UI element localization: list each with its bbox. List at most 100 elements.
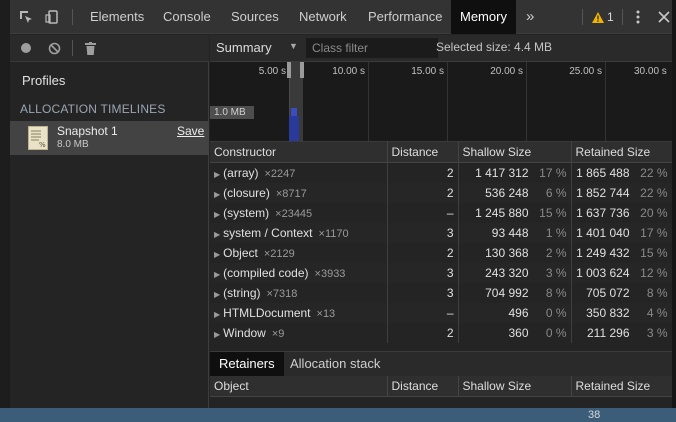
warnings-counter[interactable]: 1 (592, 10, 614, 24)
table-row[interactable]: ▶ system / Context ×1170 3 93 448 1 % 1 401 04… (210, 223, 672, 243)
expand-triangle-icon[interactable]: ▶ (214, 210, 220, 219)
table-row[interactable]: ▶ Object ×2129 2 130 368 2 % 1 249 432 15 % (210, 243, 672, 263)
view-select[interactable]: Summary (216, 40, 272, 55)
kebab-menu-icon[interactable] (630, 9, 646, 25)
shallow-size-percent: 6 % (545, 186, 567, 200)
tab-console[interactable]: Console (163, 0, 211, 34)
table-row[interactable]: ▶ HTMLDocument ×13 – 496 0 % 350 832 4 % (210, 303, 672, 323)
tab-network[interactable]: Network (299, 0, 347, 34)
timeline-gridline (368, 62, 369, 141)
constructor-table-header: Constructor Distance Shallow Size Retain… (210, 142, 672, 163)
distance-cell: 3 (387, 263, 459, 283)
toolbar-separator (72, 9, 73, 25)
column-header-distance[interactable]: Distance (387, 142, 459, 163)
column-header-object[interactable]: Object (210, 376, 388, 397)
shallow-size-value: 93 448 (491, 226, 529, 240)
retained-size-cell: 1 865 488 22 % (571, 163, 672, 183)
table-row[interactable]: ▶ Window ×9 2 360 0 % 211 296 3 % (210, 323, 672, 343)
retained-size-cell: 1 249 432 15 % (571, 243, 672, 263)
retained-size-percent: 8 % (646, 286, 668, 300)
column-header-shallow-size[interactable]: Shallow Size (458, 142, 572, 163)
constructor-rows[interactable]: ▶ (array) ×2247 2 1 417 312 17 % 1 865 488 22 %… (210, 163, 672, 350)
allocation-timeline[interactable]: 5.00 s 10.00 s 15.00 s 20.00 s 25.00 s 3… (210, 62, 672, 142)
distance-cell: 2 (387, 183, 459, 203)
expand-triangle-icon[interactable]: ▶ (214, 170, 220, 179)
expand-triangle-icon[interactable]: ▶ (214, 290, 220, 299)
column-header-retained-size[interactable]: Retained Size (571, 376, 672, 397)
svg-text:%: % (39, 141, 46, 149)
table-row[interactable]: ▶ (string) ×7318 3 704 992 8 % 705 072 8 % (210, 283, 672, 303)
garbage-collect-icon[interactable] (82, 40, 98, 56)
selection-left-handle[interactable] (287, 62, 291, 78)
retained-size-percent: 3 % (646, 326, 668, 340)
retained-size-value: 1 865 488 (576, 166, 630, 180)
retained-size-percent: 22 % (640, 166, 668, 180)
constructor-name: system / Context (223, 226, 313, 240)
record-icon[interactable] (18, 40, 34, 56)
tab-elements[interactable]: Elements (90, 0, 144, 34)
shallow-size-value: 496 (508, 306, 529, 320)
constructor-name: Window (223, 326, 266, 340)
snapshot-item[interactable]: % Snapshot 1 8.0 MB Save (10, 121, 209, 155)
tab-memory[interactable]: Memory (451, 0, 516, 34)
timeline-gridline (447, 62, 448, 141)
bottom-tabbar: Retainers Allocation stack (210, 351, 672, 377)
expand-triangle-icon[interactable]: ▶ (214, 330, 220, 339)
expand-triangle-icon[interactable]: ▶ (214, 270, 220, 279)
retained-size-cell: 211 296 3 % (571, 323, 672, 343)
instance-count: ×3933 (314, 268, 346, 280)
tab-sources[interactable]: Sources (231, 0, 279, 34)
expand-triangle-icon[interactable]: ▶ (214, 310, 220, 319)
instance-count: ×9 (271, 328, 285, 340)
tab-performance[interactable]: Performance (368, 0, 442, 34)
shallow-size-cell: 496 0 % (458, 303, 572, 323)
retained-size-percent: 4 % (646, 306, 668, 320)
table-row[interactable]: ▶ (array) ×2247 2 1 417 312 17 % 1 865 488 22 % (210, 163, 672, 183)
column-header-shallow-size[interactable]: Shallow Size (458, 376, 572, 397)
expand-triangle-icon[interactable]: ▶ (214, 230, 220, 239)
instance-count: ×1170 (318, 228, 349, 240)
constructor-cell: ▶ Object ×2129 (210, 243, 388, 263)
expand-triangle-icon[interactable]: ▶ (214, 190, 220, 199)
more-tabs-icon[interactable]: » (526, 0, 534, 34)
table-row[interactable]: ▶ (system) ×23445 – 1 245 880 15 % 1 637 736 20… (210, 203, 672, 223)
dropdown-arrow-icon[interactable]: ▼ (289, 41, 298, 51)
constructor-name: (compiled code) (223, 266, 309, 280)
tab-retainers[interactable]: Retainers (210, 352, 284, 376)
table-row[interactable]: ▶ (closure) ×8717 2 536 248 6 % 1 852 744 22 % (210, 183, 672, 203)
timeline-tick-label: 25.00 s (569, 66, 602, 77)
timeline-tick-label: 15.00 s (411, 66, 444, 77)
shallow-size-cell: 536 248 6 % (458, 183, 572, 203)
constructor-table: ▶ (array) ×2247 2 1 417 312 17 % 1 865 488 22 %… (210, 163, 672, 343)
retained-size-percent: 20 % (640, 206, 668, 220)
class-filter-input[interactable] (306, 38, 438, 58)
shallow-size-percent: 15 % (539, 206, 567, 220)
inspect-element-icon[interactable] (18, 9, 34, 25)
retained-size-value: 211 296 (587, 326, 630, 340)
device-toolbar-icon[interactable] (44, 9, 60, 25)
tab-allocation-stack[interactable]: Allocation stack (281, 352, 389, 376)
close-icon[interactable] (656, 9, 672, 25)
distance-cell: 2 (387, 163, 459, 183)
table-row[interactable]: ▶ (compiled code) ×3933 3 243 320 3 % 1 003 62… (210, 263, 672, 283)
column-header-constructor[interactable]: Constructor (210, 142, 388, 163)
shallow-size-percent: 0 % (545, 306, 567, 320)
instance-count: ×8717 (275, 188, 307, 200)
clear-all-icon[interactable] (46, 40, 62, 56)
constructor-cell: ▶ (array) ×2247 (210, 163, 388, 183)
selection-right-handle[interactable] (300, 62, 304, 78)
warning-count: 1 (607, 10, 614, 24)
retained-size-value: 1 852 744 (576, 186, 630, 200)
shallow-size-percent: 2 % (545, 246, 567, 260)
main-toolbar: Elements Console Sources Network Perform… (10, 0, 672, 34)
retained-size-percent: 17 % (640, 226, 668, 240)
distance-cell: – (387, 303, 459, 323)
column-header-distance[interactable]: Distance (387, 376, 459, 397)
save-link[interactable]: Save (177, 124, 204, 138)
devtools-window: Elements Console Sources Network Perform… (10, 0, 672, 408)
column-header-retained-size[interactable]: Retained Size (571, 142, 672, 163)
instance-count: ×23445 (275, 208, 313, 220)
selected-size: Selected size: 4.4 MB (436, 40, 553, 54)
expand-triangle-icon[interactable]: ▶ (214, 250, 220, 259)
distance-cell: 3 (387, 283, 459, 303)
